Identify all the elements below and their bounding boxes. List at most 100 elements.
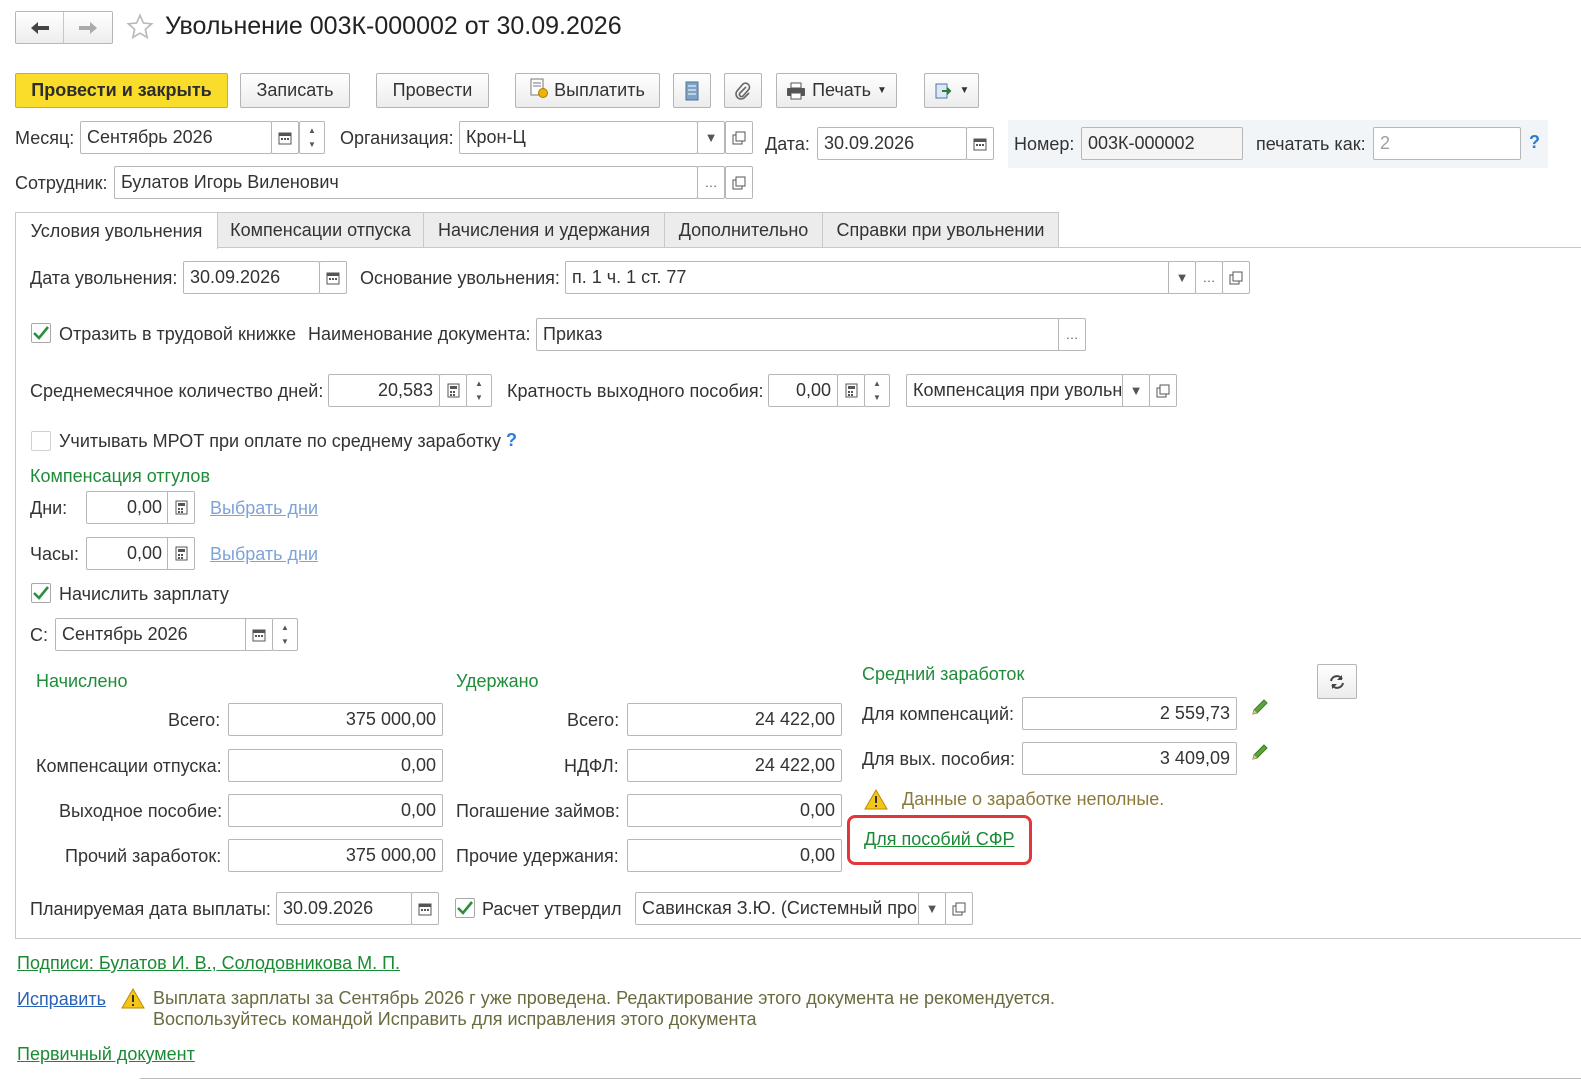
primary-document-link[interactable]: Первичный документ (17, 1043, 195, 1065)
footer-warning-line2: Воспользуйтесь командой Исправить для ис… (153, 1009, 757, 1029)
days-input[interactable]: 0,00 (86, 491, 169, 524)
avg-comp-value[interactable]: 2 559,73 (1022, 697, 1237, 730)
organization-dropdown-button[interactable]: ▼ (697, 121, 725, 154)
dismissal-basis-input[interactable]: п. 1 ч. 1 ст. 77 (565, 261, 1170, 294)
withheld-total-value[interactable]: 24 422,00 (627, 703, 842, 736)
dropdown-arrow-icon: ▼ (959, 85, 970, 96)
approver-input[interactable]: Савинская З.Ю. (Системный про (635, 892, 919, 925)
back-arrow-icon[interactable] (16, 12, 64, 43)
accrue-salary-checkbox[interactable] (31, 583, 51, 603)
select-hours-days-link[interactable]: Выбрать дни (210, 543, 318, 565)
employee-input[interactable]: Булатов Игорь Виленович (114, 166, 698, 199)
number-input[interactable]: 003К-000002 (1081, 127, 1243, 160)
approver-dropdown-button[interactable]: ▼ (918, 892, 946, 925)
approver-open-button[interactable] (945, 892, 973, 925)
hours-input[interactable]: 0,00 (86, 537, 169, 570)
edit-comp-pencil-icon[interactable] (1250, 697, 1270, 722)
avg-days-spinner[interactable]: ▲ ▼ (466, 374, 492, 407)
withheld-loans-value[interactable]: 0,00 (627, 794, 842, 827)
help-icon[interactable]: ? (1529, 132, 1540, 153)
print-as-input[interactable]: 2 (1373, 127, 1521, 160)
accrued-severance-value[interactable]: 0,00 (228, 794, 443, 827)
save-button[interactable]: Записать (240, 73, 350, 108)
post-button[interactable]: Провести (376, 73, 489, 108)
organization-input[interactable]: Крон-Ц (459, 121, 698, 154)
select-days-link[interactable]: Выбрать дни (210, 497, 318, 519)
accrued-other-value[interactable]: 375 000,00 (228, 839, 443, 872)
tab-vacation-compensation[interactable]: Компенсации отпуска (217, 212, 424, 248)
dismissal-date-calendar-button[interactable] (319, 261, 347, 294)
tab-dismissal-conditions[interactable]: Условия увольнения (15, 212, 218, 249)
month-calendar-button[interactable] (271, 121, 299, 154)
star-icon[interactable] (126, 13, 154, 46)
accrued-vacation-comp-value[interactable]: 0,00 (228, 749, 443, 782)
planned-date-input[interactable]: 30.09.2026 (276, 892, 412, 925)
approved-checkbox[interactable] (455, 898, 475, 918)
checkmark-icon (33, 326, 50, 340)
withheld-ndfl-value[interactable]: 24 422,00 (627, 749, 842, 782)
footer-warning-line1: Выплата зарплаты за Сентябрь 2026 г уже … (153, 988, 1055, 1008)
severance-kind-open-button[interactable] (1149, 374, 1177, 407)
mrot-checkbox-label[interactable]: Учитывать МРОТ при оплате по среднему за… (59, 430, 501, 452)
organization-open-button[interactable] (725, 121, 753, 154)
severance-mult-calculator-button[interactable] (837, 374, 865, 407)
avg-days-input[interactable]: 20,583 (328, 374, 440, 407)
doc-name-input[interactable]: Приказ (536, 318, 1060, 351)
severance-kind-input[interactable]: Компенсация при увольн (906, 374, 1124, 407)
from-spinner[interactable]: ▲ ▼ (272, 618, 298, 651)
severance-mult-spinner[interactable]: ▲ ▼ (864, 374, 890, 407)
dismissal-basis-dropdown-button[interactable]: ▼ (1168, 261, 1196, 294)
dismissal-basis-select-button[interactable]: … (1195, 261, 1223, 294)
workbook-checkbox-label[interactable]: Отразить в трудовой книжке (59, 323, 296, 345)
calendar-icon (973, 138, 987, 150)
hours-calculator-button[interactable] (167, 537, 195, 570)
open-window-icon (732, 131, 746, 144)
planned-date-calendar-button[interactable] (411, 892, 439, 925)
calculator-icon (175, 546, 187, 561)
refresh-button[interactable] (1317, 664, 1357, 699)
sfr-benefits-link[interactable]: Для пособий СФР (864, 828, 1015, 850)
signatures-link[interactable]: Подписи: Булатов И. В., Солодовникова М.… (17, 952, 400, 974)
severance-kind-dropdown-button[interactable]: ▼ (1122, 374, 1150, 407)
avg-severance-value[interactable]: 3 409,09 (1022, 742, 1237, 775)
forward-arrow-icon[interactable] (64, 12, 112, 43)
days-calculator-button[interactable] (167, 491, 195, 524)
tab-accruals-deductions[interactable]: Начисления и удержания (423, 212, 665, 248)
list-report-button[interactable] (673, 73, 711, 108)
from-calendar-button[interactable] (245, 618, 273, 651)
date-calendar-button[interactable] (966, 127, 994, 160)
avg-days-calculator-button[interactable] (439, 374, 467, 407)
tab-dismissal-certificates[interactable]: Справки при увольнении (822, 212, 1059, 248)
mrot-help-icon[interactable]: ? (506, 430, 517, 451)
ellipsis-icon: … (1202, 270, 1216, 285)
pay-icon (530, 78, 549, 103)
tab-additional[interactable]: Дополнительно (664, 212, 823, 248)
from-month-input[interactable]: Сентябрь 2026 (55, 618, 247, 651)
list-icon (685, 81, 699, 100)
pay-button[interactable]: Выплатить (515, 73, 660, 108)
doc-name-select-button[interactable]: … (1058, 318, 1086, 351)
dismissal-date-input[interactable]: 30.09.2026 (183, 261, 320, 294)
month-input[interactable]: Сентябрь 2026 (80, 121, 272, 154)
month-spinner[interactable]: ▲ ▼ (299, 121, 325, 154)
create-based-on-button[interactable]: ▼ (924, 73, 979, 108)
employee-open-button[interactable] (725, 166, 753, 199)
dropdown-arrow-icon: ▼ (1129, 383, 1143, 398)
date-input[interactable]: 30.09.2026 (817, 127, 967, 160)
spin-down-icon: ▼ (475, 392, 483, 402)
employee-select-button[interactable]: … (697, 166, 725, 199)
withheld-other-value[interactable]: 0,00 (627, 839, 842, 872)
edit-severance-pencil-icon[interactable] (1250, 742, 1270, 767)
accrue-salary-label[interactable]: Начислить зарплату (59, 583, 229, 605)
attach-button[interactable] (724, 73, 762, 108)
workbook-checkbox[interactable] (31, 323, 51, 343)
fix-link[interactable]: Исправить (17, 988, 106, 1010)
approved-label[interactable]: Расчет утвердил (482, 898, 622, 920)
dismissal-basis-open-button[interactable] (1222, 261, 1250, 294)
post-and-close-button[interactable]: Провести и закрыть (15, 73, 228, 108)
print-button[interactable]: Печать ▼ (776, 73, 897, 108)
mrot-checkbox[interactable] (31, 431, 51, 451)
accrued-total-value[interactable]: 375 000,00 (228, 703, 443, 736)
refresh-icon (1330, 674, 1344, 689)
severance-mult-input[interactable]: 0,00 (768, 374, 838, 407)
